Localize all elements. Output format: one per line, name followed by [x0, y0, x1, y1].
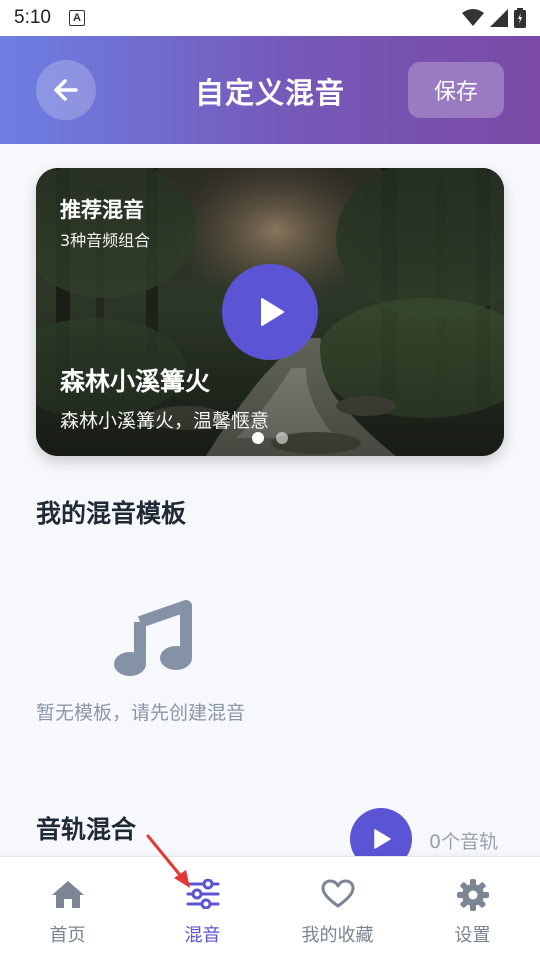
sliders-icon [186, 879, 219, 909]
save-button[interactable]: 保存 [408, 62, 504, 118]
nav-item-home[interactable]: 首页 [0, 857, 135, 960]
carousel-dots [252, 432, 288, 444]
recommended-mix-banner[interactable]: 推荐混音 3种音频组合 森林小溪篝火 森林小溪篝火，温馨惬意 [36, 168, 504, 456]
banner-title: 森林小溪篝火 [60, 367, 211, 396]
play-icon [374, 829, 391, 849]
banner-subtitle: 3种音频组合 [60, 231, 151, 250]
heart-icon [321, 879, 354, 908]
mix-section-title: 音轨混合 [36, 815, 137, 844]
nav-label-home: 首页 [49, 925, 86, 946]
templates-empty-text: 暂无模板，请先创建混音 [36, 702, 246, 724]
music-note-icon [114, 600, 192, 676]
banner-tag: 推荐混音 [60, 198, 144, 222]
nav-label-mix: 混音 [184, 925, 221, 946]
banner-play-button[interactable] [222, 264, 318, 360]
carousel-dot[interactable] [252, 432, 264, 444]
nav-item-favorites[interactable]: 我的收藏 [270, 857, 405, 960]
carousel-dot[interactable] [276, 432, 288, 444]
notification-a-icon: A [68, 10, 85, 26]
battery-icon [514, 8, 526, 28]
templates-section-title: 我的混音模板 [36, 499, 187, 528]
nav-label-favorites: 我的收藏 [301, 925, 374, 946]
gear-icon [456, 879, 489, 911]
wifi-icon [462, 9, 484, 26]
home-icon [51, 881, 84, 908]
status-icons [462, 8, 526, 28]
nav-item-mix[interactable]: 混音 [135, 857, 270, 960]
track-count: 0个音轨 [429, 831, 499, 853]
status-time: 5:10 [14, 7, 51, 28]
banner-description: 森林小溪篝火，温馨惬意 [60, 410, 270, 432]
bottom-nav: 首页 混音 我的收藏 设置 [0, 856, 540, 960]
app-header: 自定义混音 保存 [0, 36, 540, 144]
nav-item-settings[interactable]: 设置 [405, 857, 540, 960]
play-icon [261, 298, 284, 326]
status-bar: 5:10 A [0, 0, 540, 36]
nav-label-settings: 设置 [454, 925, 491, 946]
signal-icon [490, 9, 508, 27]
